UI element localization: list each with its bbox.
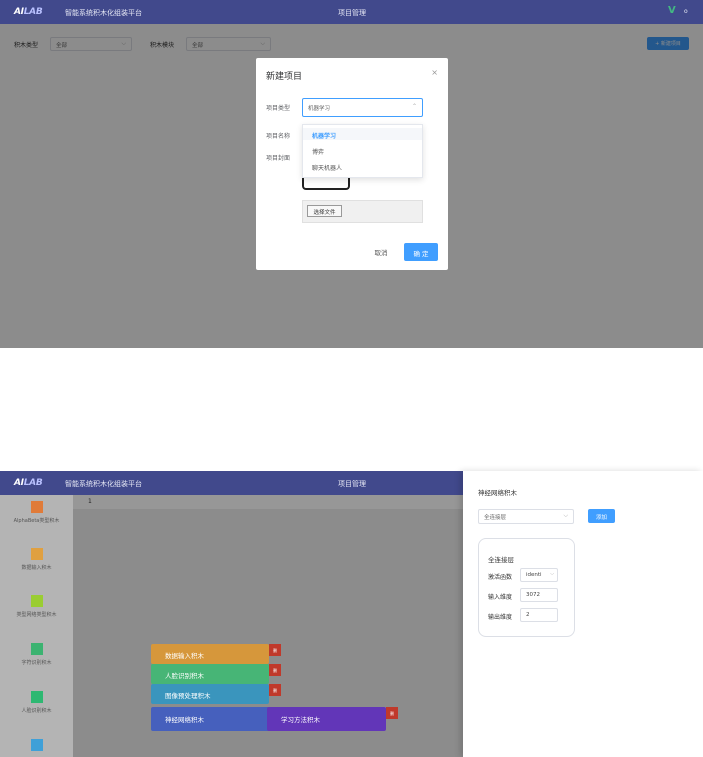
chevron-up-icon: ⌃: [411, 103, 417, 110]
confirm-button[interactable]: 确 定: [404, 243, 438, 261]
vue-logo-icon: V: [668, 5, 676, 16]
project-type-select[interactable]: 机器学习 ⌃: [302, 98, 423, 117]
app-title: 智能系统积木化组装平台: [65, 9, 142, 17]
activation-select[interactable]: identi ⌵: [520, 568, 558, 582]
workspace-tab-number[interactable]: 1: [88, 498, 92, 505]
close-icon[interactable]: ×: [431, 68, 438, 77]
block-swatch: [30, 739, 43, 751]
layer-group-title: 全连接层: [488, 556, 514, 564]
input-dim-field[interactable]: 3072: [520, 588, 558, 602]
block-image-preprocess[interactable]: 图像预处理积木 删: [151, 684, 281, 704]
user-menu-icon[interactable]: o: [684, 8, 688, 15]
palette-item-alphabeta[interactable]: AlphaBeta类型积木: [0, 501, 73, 524]
palette-item-face-recognition[interactable]: 人脸识别积木: [0, 691, 73, 714]
chevron-down-icon: ⌵: [550, 571, 554, 577]
activation-label: 激活函数: [488, 574, 513, 581]
tab-bar: [73, 495, 463, 509]
top-screen: AILAB 智能系统积木化组装平台 项目管理 V o 积木类型 全部 ⌵ 积木模块…: [0, 0, 703, 348]
dropdown-option-ml[interactable]: 机器学习: [312, 131, 336, 140]
delete-icon[interactable]: 删: [386, 707, 398, 719]
project-type-label: 项目类型: [266, 105, 291, 112]
choose-file-button[interactable]: 选择文件: [307, 205, 342, 217]
block-palette: AlphaBeta类型积木 数据输入积木 类型网络类型积木 字符识别积木 人脸识…: [0, 495, 73, 757]
palette-item-network-type[interactable]: 类型网络类型积木: [0, 595, 73, 618]
layer-type-select[interactable]: 全连接层 ⌵: [478, 509, 574, 524]
app-title: 智能系统积木化组装平台: [65, 480, 142, 488]
block-swatch: [30, 643, 43, 655]
block-swatch: [30, 595, 43, 607]
header-center-title: 项目管理: [338, 9, 366, 17]
brand-logo: AILAB: [14, 478, 43, 488]
bottom-header: AILAB 智能系统积木化组装平台 项目管理: [0, 471, 463, 495]
block-neural-network[interactable]: 神经网络积木: [151, 707, 271, 731]
header-center-title: 项目管理: [338, 480, 366, 488]
project-name-label: 项目名称: [266, 133, 291, 140]
project-type-dropdown: 机器学习 博弈 聊天机器人: [302, 124, 423, 178]
dropdown-option-game[interactable]: 博弈: [312, 147, 324, 156]
block-swatch: [30, 501, 43, 513]
delete-icon[interactable]: 删: [269, 644, 281, 656]
add-layer-button[interactable]: 添加: [588, 509, 615, 523]
brand-logo: AILAB: [14, 7, 43, 17]
output-dim-label: 输出维度: [488, 614, 513, 621]
chevron-down-icon: ⌵: [563, 512, 568, 519]
input-dim-label: 输入维度: [488, 594, 513, 601]
dropdown-option-chatbot[interactable]: 聊天机器人: [312, 163, 342, 172]
delete-icon[interactable]: 删: [269, 684, 281, 696]
palette-item-more[interactable]: [0, 739, 73, 751]
delete-icon[interactable]: 删: [269, 664, 281, 676]
dialog-title: 新建项目: [266, 72, 303, 82]
cover-preview: [302, 176, 350, 190]
block-swatch: [30, 691, 43, 703]
top-header: AILAB 智能系统积木化组装平台 项目管理 V o: [0, 0, 703, 24]
project-cover-label: 项目封面: [266, 155, 291, 162]
new-project-dialog: 新建项目 × 项目类型 机器学习 ⌃ 项目名称 项目封面 选择文件 机器学习 博弈…: [256, 58, 448, 270]
block-swatch: [30, 548, 43, 560]
layer-config-card: 全连接层 激活函数 identi ⌵ 输入维度 3072 输出维度 2: [478, 538, 575, 637]
output-dim-field[interactable]: 2: [520, 608, 558, 622]
cancel-button[interactable]: 取消: [364, 243, 398, 261]
panel-title: 神经网络积木: [478, 489, 517, 497]
palette-item-char-recognition[interactable]: 字符识别积木: [0, 643, 73, 666]
block-learning-method[interactable]: 学习方法积木 删: [267, 707, 398, 731]
palette-item-data-input[interactable]: 数据输入积木: [0, 548, 73, 571]
block-data-input[interactable]: 数据输入积木 删: [151, 644, 281, 664]
block-face-recognition[interactable]: 人脸识别积木 删: [151, 664, 281, 684]
